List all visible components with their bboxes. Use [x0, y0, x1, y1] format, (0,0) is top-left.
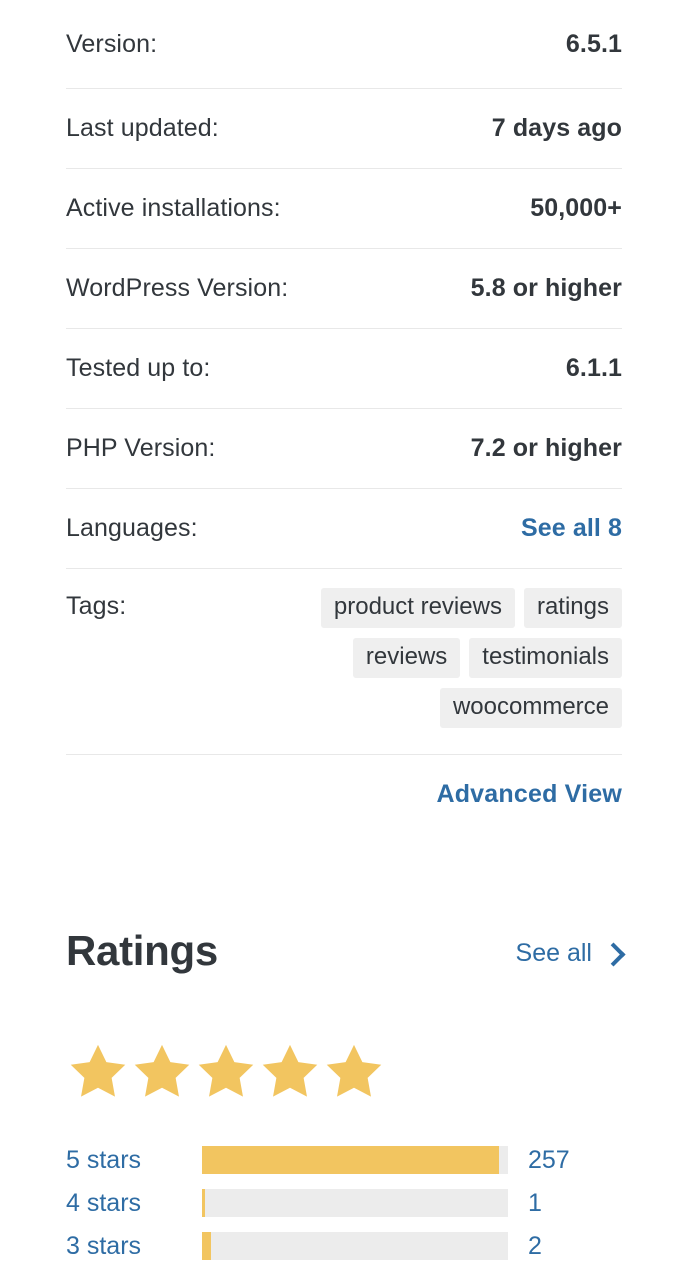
- meta-row-version: Version: 6.5.1: [66, 0, 622, 89]
- tag-item[interactable]: product reviews: [320, 588, 515, 628]
- meta-label-tested-up-to: Tested up to:: [66, 354, 211, 382]
- meta-value-wordpress-version: 5.8 or higher: [470, 274, 622, 302]
- meta-label-last-updated: Last updated:: [66, 114, 219, 142]
- meta-row-tested-up-to: Tested up to: 6.1.1: [66, 329, 622, 409]
- advanced-view-row: Advanced View: [66, 755, 622, 833]
- meta-value-last-updated: 7 days ago: [491, 114, 622, 142]
- tag-item[interactable]: testimonials: [469, 638, 622, 678]
- languages-see-all-link[interactable]: See all 8: [521, 514, 622, 543]
- rating-bar-count[interactable]: 257: [528, 1146, 570, 1175]
- meta-label-languages: Languages:: [66, 514, 198, 542]
- plugin-meta-list: Version: 6.5.1 Last updated: 7 days ago …: [66, 0, 622, 755]
- meta-row-last-updated: Last updated: 7 days ago: [66, 89, 622, 169]
- meta-row-php-version: PHP Version: 7.2 or higher: [66, 409, 622, 489]
- tag-item[interactable]: ratings: [523, 588, 622, 628]
- rating-bar-track[interactable]: [202, 1189, 508, 1218]
- meta-label-wordpress-version: WordPress Version:: [66, 274, 289, 302]
- rating-bar-count[interactable]: 2: [528, 1232, 542, 1261]
- rating-bar-row-4-stars: 4 stars 1: [66, 1182, 622, 1225]
- ratings-header: Ratings See all: [66, 895, 626, 1007]
- rating-bar-fill: [202, 1189, 206, 1218]
- meta-row-wordpress-version: WordPress Version: 5.8 or higher: [66, 249, 622, 329]
- rating-bar-count[interactable]: 1: [528, 1189, 542, 1218]
- ratings-see-all-link[interactable]: See all: [515, 938, 626, 968]
- rating-bar-label[interactable]: 5 stars: [66, 1146, 202, 1175]
- ratings-star-row: [69, 1043, 622, 1098]
- rating-bar-row-5-stars: 5 stars 257: [66, 1139, 622, 1182]
- rating-bar-row-3-stars: 3 stars 2: [66, 1225, 622, 1268]
- meta-value-active-installations: 50,000+: [530, 194, 622, 222]
- rating-bar-label[interactable]: 4 stars: [66, 1189, 202, 1218]
- meta-label-tags: Tags:: [66, 592, 127, 620]
- ratings-section: Ratings See all 5 stars 257 4 stars 1 3 …: [66, 895, 626, 1268]
- meta-label-version: Version:: [66, 29, 158, 58]
- star-filled-icon: [325, 1043, 383, 1098]
- ratings-see-all-label: See all: [515, 938, 592, 967]
- advanced-view-link[interactable]: Advanced View: [436, 780, 622, 809]
- meta-value-php-version: 7.2 or higher: [470, 434, 622, 462]
- tag-item[interactable]: woocommerce: [439, 688, 622, 728]
- tag-list: product reviews ratings reviews testimon…: [292, 588, 622, 728]
- plugin-info-sidebar: Version: 6.5.1 Last updated: 7 days ago …: [0, 0, 688, 1261]
- star-filled-icon: [261, 1043, 319, 1098]
- star-filled-icon: [197, 1043, 255, 1098]
- rating-bar-fill: [202, 1146, 499, 1175]
- meta-value-version: 6.5.1: [565, 29, 622, 58]
- meta-row-tags: Tags: product reviews ratings reviews te…: [66, 569, 622, 755]
- ratings-title: Ratings: [66, 926, 218, 974]
- rating-bar-label[interactable]: 3 stars: [66, 1232, 202, 1261]
- star-filled-icon: [69, 1043, 127, 1098]
- star-filled-icon: [133, 1043, 191, 1098]
- rating-bar-fill: [202, 1232, 212, 1261]
- rating-bar-track[interactable]: [202, 1232, 508, 1261]
- chevron-right-icon: [601, 942, 626, 967]
- rating-bar-track[interactable]: [202, 1146, 508, 1175]
- tag-item[interactable]: reviews: [352, 638, 461, 678]
- meta-row-active-installations: Active installations: 50,000+: [66, 169, 622, 249]
- meta-label-active-installations: Active installations:: [66, 194, 281, 222]
- meta-label-php-version: PHP Version:: [66, 434, 216, 462]
- rating-breakdown-list: 5 stars 257 4 stars 1 3 stars 2: [66, 1139, 622, 1268]
- meta-row-languages: Languages: See all 8: [66, 489, 622, 569]
- meta-value-tested-up-to: 6.1.1: [565, 354, 622, 382]
